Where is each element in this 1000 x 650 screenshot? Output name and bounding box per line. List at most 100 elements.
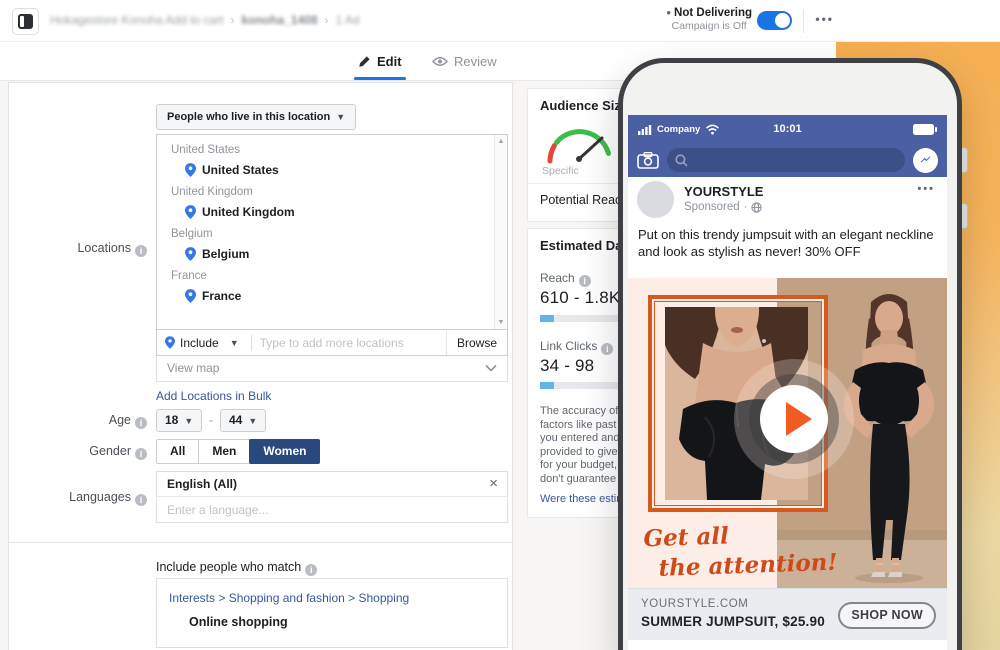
ad-creative[interactable]: Get all the attention! bbox=[628, 278, 947, 588]
location-item[interactable]: Belgium bbox=[185, 247, 507, 261]
sponsored-row: Sponsored· bbox=[684, 201, 762, 213]
map-pin-icon bbox=[185, 163, 196, 177]
location-group-label: United States bbox=[171, 144, 507, 156]
breadcrumb-campaign[interactable]: Hokagestore Konoha Add to cart bbox=[50, 13, 223, 27]
camera-icon[interactable] bbox=[637, 152, 659, 169]
caret-down-icon: ▼ bbox=[184, 416, 193, 426]
gender-option-women[interactable]: Women bbox=[249, 439, 320, 464]
info-icon[interactable]: i bbox=[135, 417, 147, 429]
caret-down-icon: ▼ bbox=[336, 112, 345, 122]
add-locations-bulk-link[interactable]: Add Locations in Bulk bbox=[156, 389, 271, 403]
detailed-targeting-box[interactable]: Interests > Shopping and fashion > Shopp… bbox=[156, 578, 508, 648]
creative-overlay-text: Get all the attention! bbox=[643, 518, 838, 585]
globe-icon bbox=[751, 202, 762, 213]
gender-label: Genderi bbox=[37, 444, 147, 460]
map-pin-icon bbox=[165, 336, 175, 349]
eye-icon bbox=[432, 56, 448, 67]
search-input[interactable] bbox=[667, 148, 905, 172]
info-icon[interactable]: i bbox=[601, 343, 613, 355]
remove-language-icon[interactable]: × bbox=[489, 472, 498, 496]
age-range-dash: - bbox=[209, 413, 213, 427]
search-icon bbox=[675, 154, 688, 167]
ad-headline: SUMMER JUMPSUIT, $25.90 bbox=[641, 614, 825, 629]
browse-button[interactable]: Browse bbox=[446, 331, 507, 355]
campaign-toggle[interactable] bbox=[757, 11, 792, 30]
divider bbox=[251, 335, 252, 351]
facebook-header bbox=[628, 143, 947, 177]
languages-label: Languagesi bbox=[37, 490, 147, 506]
tab-review-label: Review bbox=[454, 54, 497, 69]
age-label: Agei bbox=[37, 413, 147, 429]
breadcrumb-ad[interactable]: 1 Ad bbox=[336, 13, 360, 27]
video-play-button[interactable] bbox=[760, 385, 828, 453]
ad-set-edit-panel: Locationsi People who live in this locat… bbox=[8, 82, 513, 650]
info-icon[interactable]: i bbox=[135, 494, 147, 506]
include-dropdown[interactable]: Include▼ bbox=[165, 336, 239, 350]
sidebar-layout-icon bbox=[18, 14, 33, 29]
tab-edit[interactable]: Edit bbox=[358, 42, 402, 80]
post-menu-button[interactable]: ••• bbox=[917, 183, 935, 195]
messenger-button[interactable] bbox=[913, 148, 938, 173]
age-max-dropdown[interactable]: 44▼ bbox=[220, 409, 266, 432]
delivery-substatus-text: Campaign is Off bbox=[666, 20, 752, 32]
location-item[interactable]: United Kingdom bbox=[185, 205, 507, 219]
page-name[interactable]: YOURSTYLE bbox=[684, 184, 763, 199]
info-icon[interactable]: i bbox=[135, 448, 147, 460]
more-options-button[interactable]: ••• bbox=[815, 12, 834, 26]
potential-reach-label: Potential Reach bbox=[540, 193, 628, 207]
locations-label: Locationsi bbox=[37, 241, 147, 257]
view-map-accordion[interactable]: View map bbox=[156, 356, 508, 382]
info-icon[interactable]: i bbox=[579, 275, 591, 287]
page-avatar[interactable] bbox=[637, 181, 674, 218]
play-icon bbox=[786, 402, 812, 436]
ad-link-footer[interactable]: YOURSTYLE.COM SUMMER JUMPSUIT, $25.90 SH… bbox=[628, 588, 947, 640]
info-icon[interactable]: i bbox=[305, 564, 317, 576]
location-group-label: France bbox=[171, 270, 507, 282]
top-bar: Hokagestore Konoha Add to cart › konoha_14… bbox=[0, 0, 1000, 42]
ad-primary-text: Put on this trendy jumpsuit with an eleg… bbox=[638, 227, 938, 261]
tab-review[interactable]: Review bbox=[432, 42, 497, 80]
add-location-input[interactable] bbox=[260, 336, 446, 350]
phone-screen: Company 10:01 bbox=[628, 115, 947, 650]
status-dot-icon: ● bbox=[666, 8, 671, 17]
audience-gauge bbox=[540, 117, 620, 165]
sidebar-collapse-button[interactable] bbox=[12, 8, 39, 35]
location-item[interactable]: France bbox=[185, 289, 507, 303]
scroll-down-icon[interactable]: ▼ bbox=[495, 319, 507, 326]
location-group-label: Belgium bbox=[171, 228, 507, 240]
clock: 10:01 bbox=[628, 123, 947, 135]
language-chip: English (All) × bbox=[157, 472, 507, 497]
shop-now-button[interactable]: SHOP NOW bbox=[838, 602, 936, 629]
caret-down-icon: ▼ bbox=[230, 338, 239, 348]
ads-manager-app: Hokagestore Konoha Add to cart › konoha_14… bbox=[0, 0, 1000, 650]
gender-segmented-control: All Men Women bbox=[156, 439, 320, 464]
info-icon[interactable]: i bbox=[135, 245, 147, 257]
phone-status-bar: Company 10:01 bbox=[628, 115, 947, 143]
location-item[interactable]: United States bbox=[185, 163, 507, 177]
reach-label: Reachi bbox=[540, 271, 591, 287]
chevron-down-icon bbox=[485, 364, 497, 372]
breadcrumb: Hokagestore Konoha Add to cart › konoha_14… bbox=[50, 13, 360, 27]
gender-option-all[interactable]: All bbox=[156, 439, 199, 464]
phone-mockup: Company 10:01 bbox=[618, 58, 962, 650]
detailed-targeting-label: Include people who matchi bbox=[156, 560, 317, 576]
languages-box: English (All) × bbox=[156, 471, 508, 523]
delivery-status-text: Not Delivering bbox=[674, 7, 752, 19]
gauge-specific-label: Specific bbox=[542, 165, 579, 177]
age-min-dropdown[interactable]: 18▼ bbox=[156, 409, 202, 432]
divider bbox=[9, 542, 512, 543]
list-scrollbar[interactable]: ▲▼ bbox=[494, 135, 507, 329]
toggle-knob bbox=[775, 13, 790, 28]
location-type-dropdown[interactable]: People who live in this location▼ bbox=[156, 104, 356, 130]
language-input[interactable] bbox=[157, 497, 507, 522]
battery-icon bbox=[913, 124, 937, 135]
gender-option-men[interactable]: Men bbox=[198, 439, 250, 464]
divider bbox=[803, 9, 804, 33]
breadcrumb-adset[interactable]: konoha_1408 bbox=[241, 13, 317, 27]
chevron-right-icon: › bbox=[230, 13, 234, 27]
scroll-up-icon[interactable]: ▲ bbox=[495, 138, 507, 145]
link-clicks-value: 34 - 98 bbox=[540, 356, 594, 376]
interest-path-link[interactable]: Interests > Shopping and fashion > Shopp… bbox=[169, 591, 409, 605]
messenger-bolt-icon bbox=[918, 153, 933, 167]
map-pin-icon bbox=[185, 247, 196, 261]
